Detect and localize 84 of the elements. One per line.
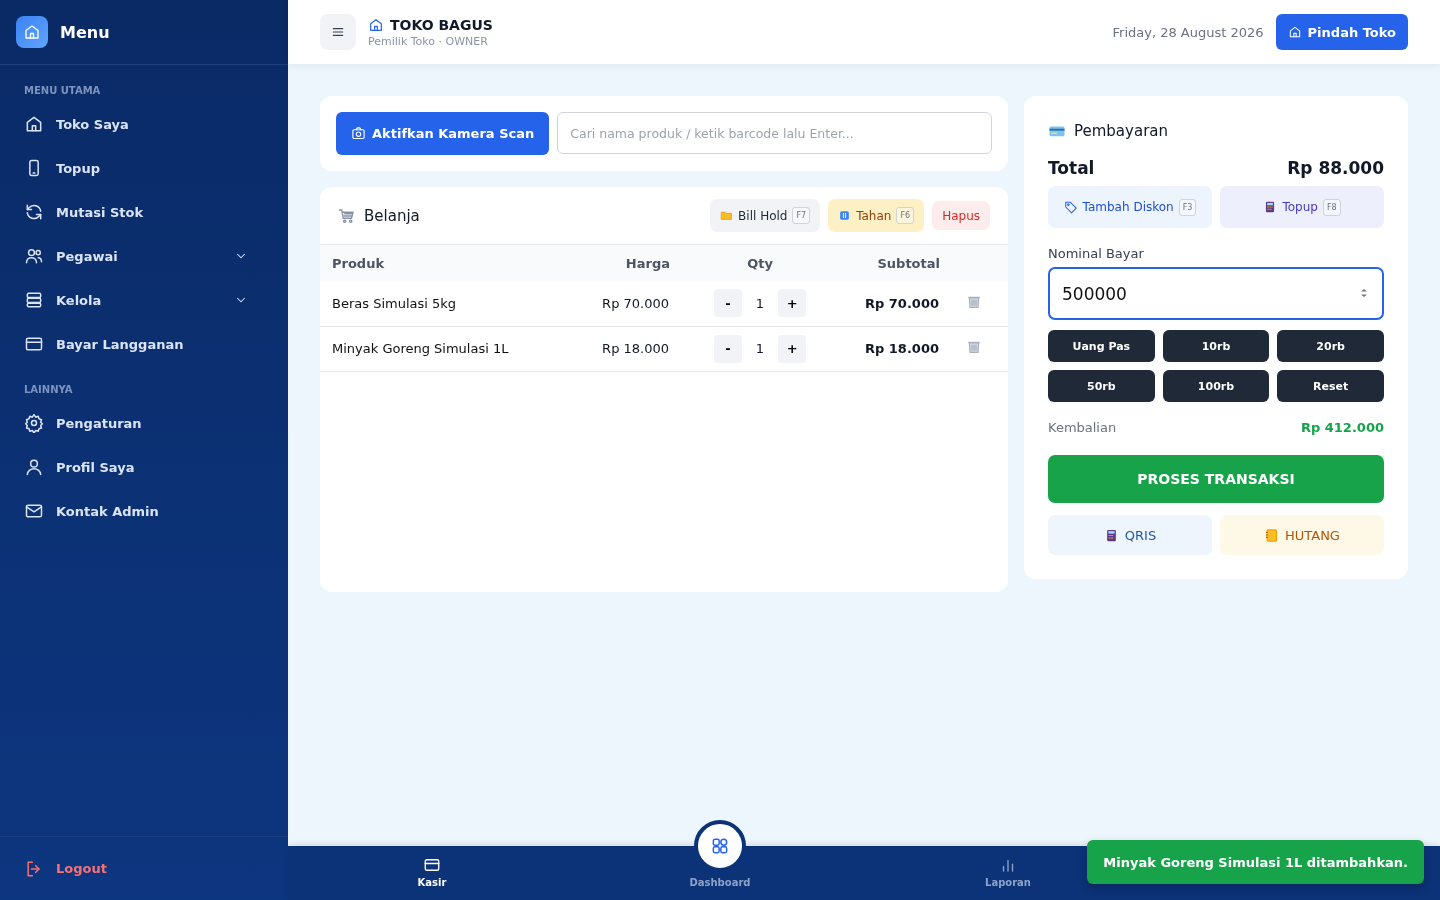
product-name: Minyak Goreng Simulasi 1L	[320, 326, 550, 371]
bottom-nav-tab[interactable]: Dashboard	[683, 820, 757, 900]
subtotal-cell: Rp 18.000	[850, 326, 940, 371]
column-header: Subtotal	[850, 245, 940, 281]
quantity-value: 1	[755, 295, 765, 311]
folder-icon	[720, 209, 734, 222]
product-name: Beras Simulasi 5kg	[320, 281, 550, 326]
notebook-icon	[1264, 527, 1280, 543]
sidebar-title: Menu	[60, 22, 110, 42]
quick-amount-button[interactable]: Uang Pas	[1048, 330, 1155, 362]
price-cell: Rp 70.000	[550, 281, 670, 326]
cart-icon	[338, 206, 356, 225]
home-icon	[23, 23, 41, 41]
refresh-icon	[24, 202, 44, 222]
sidebar-item[interactable]: Bayar Langganan	[0, 322, 272, 366]
stack-icon	[24, 290, 44, 310]
shortcut-key: F8	[1322, 198, 1341, 216]
date-label: Friday, 28 August 2026	[1112, 24, 1264, 40]
column-header: Harga	[550, 245, 670, 281]
price-cell: Rp 18.000	[550, 326, 670, 371]
grid-icon	[710, 836, 730, 856]
change-label: Kembalian	[1048, 420, 1117, 435]
shortcut-key: F6	[896, 207, 915, 224]
switch-store-button[interactable]: Pindah Toko	[1275, 14, 1408, 50]
decrease-button[interactable]: -	[713, 289, 742, 318]
total-label: Total	[1048, 158, 1095, 178]
payment-method-button[interactable]: QRIS	[1048, 515, 1212, 555]
increase-button[interactable]: +	[778, 289, 807, 318]
store-name: TOKO BAGUS	[390, 16, 493, 33]
home-icon	[24, 114, 44, 134]
users-icon	[24, 246, 44, 266]
home-icon	[1287, 25, 1302, 39]
cart-title: Belanja	[364, 206, 421, 225]
shortcut-key: F3	[1178, 198, 1197, 216]
sidebar-item[interactable]: Pengaturan	[0, 401, 272, 445]
column-header: Produk	[320, 245, 550, 281]
sidebar-item[interactable]: Kelola	[0, 278, 272, 322]
payment-method-button[interactable]: HUTANG	[1220, 515, 1384, 555]
column-header: Qty	[670, 245, 850, 281]
amount-label: Nominal Bayar	[1048, 246, 1145, 261]
shortcut-key: F7	[792, 207, 811, 224]
card-icon	[24, 334, 44, 354]
store-subtitle: Pemilik Toko · OWNER	[368, 34, 489, 48]
added-toast: Minyak Goreng Simulasi 1L ditambahkan.	[1087, 840, 1424, 884]
bottom-nav-tab[interactable]: Laporan	[979, 846, 1037, 900]
user-icon	[24, 457, 44, 477]
quick-amount-button[interactable]: 50rb	[1048, 370, 1155, 402]
decrease-button[interactable]: -	[713, 334, 742, 363]
quick-amount-button[interactable]: Reset	[1277, 370, 1384, 402]
amount-field[interactable]: 500000	[1048, 267, 1384, 320]
pause-icon	[838, 209, 852, 222]
payment-action-button[interactable]: Topup F8	[1220, 186, 1384, 228]
sidebar-item[interactable]: Profil Saya	[0, 445, 272, 489]
sidebar-item[interactable]: Kontak Admin	[0, 489, 272, 533]
menu-button[interactable]	[320, 14, 356, 50]
search-field[interactable]: Cari nama produk / ketik barcode lalu Enter...	[557, 112, 992, 154]
payment-title: Pembayaran	[1074, 122, 1168, 140]
section-heading: LAINNYA	[23, 383, 74, 397]
quick-amount-button[interactable]: 20rb	[1277, 330, 1384, 362]
mail-icon	[24, 501, 44, 521]
subtotal-cell: Rp 70.000	[850, 281, 940, 326]
cart-action-button[interactable]: Tahan F6	[828, 199, 925, 232]
bottom-nav-tab[interactable]: Kasir	[411, 846, 453, 900]
payment-action-button[interactable]: Tambah Diskon F3	[1048, 186, 1212, 228]
quick-amount-button[interactable]: 100rb	[1162, 370, 1270, 402]
change-amount: Rp 412.000	[1300, 420, 1384, 435]
gear-icon	[24, 413, 44, 433]
wallet-icon	[423, 856, 441, 874]
home-icon	[368, 16, 384, 33]
sidebar-item[interactable]: Toko Saya	[0, 102, 272, 146]
tag-icon	[1063, 200, 1078, 214]
camera-icon	[351, 126, 366, 141]
total-amount: Rp 88.000	[1287, 158, 1384, 178]
cart-action-button[interactable]: Bill Hold F7	[710, 199, 821, 232]
quick-amount-button[interactable]: 10rb	[1162, 330, 1270, 362]
camera-scan-button[interactable]: Aktifkan Kamera Scan	[336, 112, 550, 155]
sidebar-item[interactable]: Mutasi Stok	[0, 190, 272, 234]
section-heading: MENU UTAMA	[23, 84, 102, 98]
increase-button[interactable]: +	[778, 334, 807, 363]
sidebar-item[interactable]: Topup	[0, 146, 272, 190]
quantity-value: 1	[755, 341, 765, 356]
cart-action-button[interactable]: Hapus	[932, 201, 990, 230]
trash-icon	[966, 339, 982, 355]
sidebar-item[interactable]: Pegawai	[0, 234, 272, 278]
